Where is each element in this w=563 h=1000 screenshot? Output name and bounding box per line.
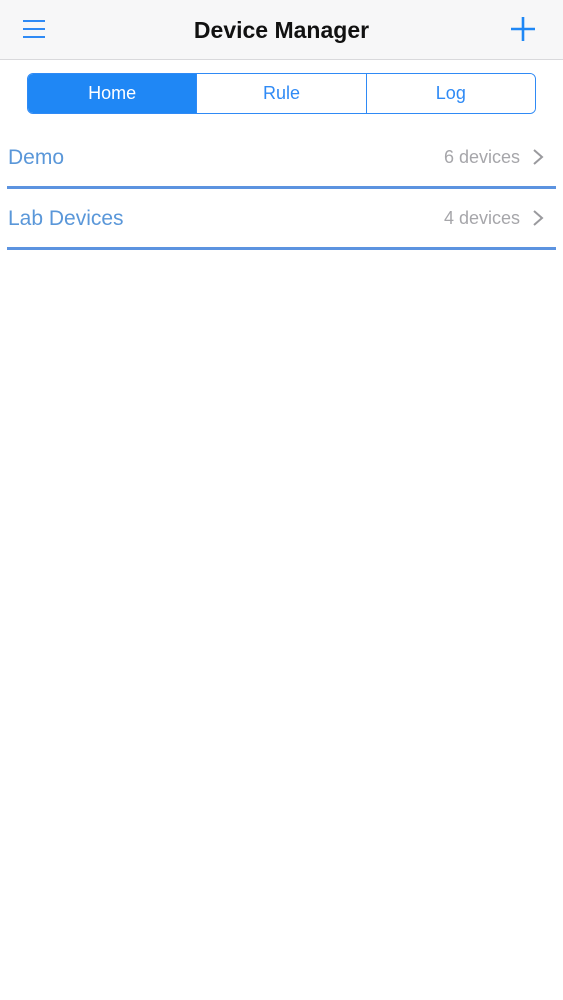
menu-button[interactable] xyxy=(22,10,68,48)
tab-home[interactable]: Home xyxy=(28,74,197,113)
page-title: Device Manager xyxy=(193,17,370,43)
hamburger-menu-icon xyxy=(23,20,45,38)
chevron-right-icon xyxy=(532,148,544,166)
device-count: 4 devices xyxy=(443,208,520,228)
device-group-list: Demo 6 devices Lab Devices 4 devices xyxy=(7,128,556,250)
group-name: Lab Devices xyxy=(8,206,124,230)
tab-log[interactable]: Log xyxy=(365,74,535,113)
chevron-right-icon xyxy=(532,209,544,227)
list-item-lab-devices[interactable]: Lab Devices 4 devices xyxy=(7,189,556,250)
add-button[interactable] xyxy=(503,10,543,48)
device-count: 6 devices xyxy=(443,147,520,167)
plus-icon xyxy=(511,17,535,41)
segmented-control: Home Rule Log xyxy=(27,73,536,114)
list-item-demo[interactable]: Demo 6 devices xyxy=(7,128,556,189)
tab-rule[interactable]: Rule xyxy=(196,74,366,113)
navigation-bar: Device Manager xyxy=(0,0,563,60)
group-name: Demo xyxy=(8,145,65,169)
